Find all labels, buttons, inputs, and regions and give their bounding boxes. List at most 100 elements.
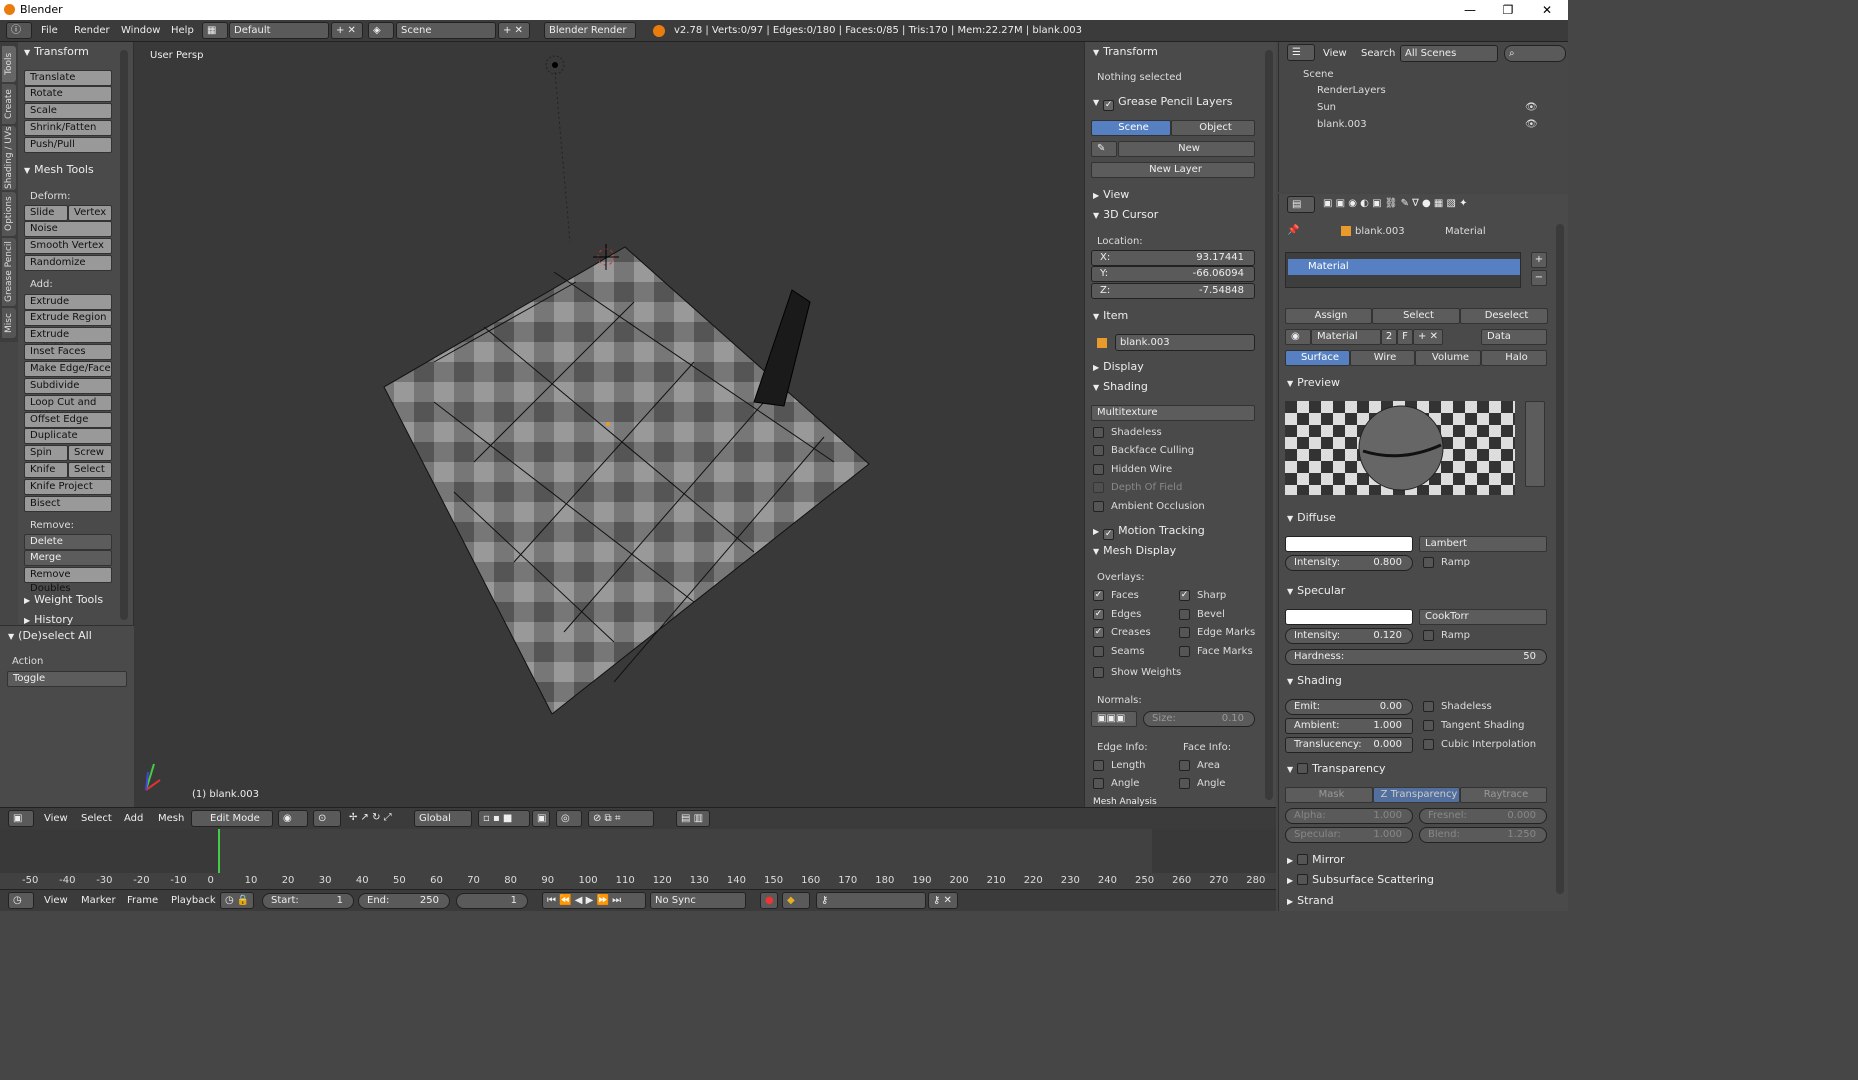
pivot-point-icon[interactable]: ⊙ xyxy=(313,810,341,827)
menu-file[interactable]: File xyxy=(41,25,58,36)
menu-window[interactable]: Window xyxy=(121,25,160,36)
sss-checkbox[interactable] xyxy=(1297,874,1309,885)
timeline-menu-frame[interactable]: Frame xyxy=(127,895,158,906)
scene-icon[interactable]: ◈ xyxy=(368,22,394,39)
gp-object-tab[interactable]: Object xyxy=(1171,120,1255,136)
face-angle-checkbox[interactable] xyxy=(1179,778,1190,789)
minimize-button[interactable]: — xyxy=(1455,1,1485,19)
material-link-select[interactable]: Data xyxy=(1481,329,1547,345)
show-weights-checkbox[interactable] xyxy=(1093,667,1104,678)
shrink-fatten-button[interactable]: Shrink/Fatten xyxy=(24,120,112,136)
outliner-item-renderlayers[interactable]: RenderLayers xyxy=(1317,85,1386,96)
visibility-eye-icon[interactable]: 👁 xyxy=(1525,102,1538,113)
outliner-menu-view[interactable]: View xyxy=(1323,48,1347,59)
operator-panel-header[interactable]: ▼ (De)select All xyxy=(8,627,126,645)
material-slot-item[interactable]: Material xyxy=(1288,259,1520,275)
tangent-shading-checkbox[interactable] xyxy=(1423,720,1434,731)
cursor-z-field[interactable]: Z: -7.54848 xyxy=(1091,283,1255,299)
knife-project-button[interactable]: Knife Project xyxy=(24,479,112,495)
spin-button[interactable]: Spin xyxy=(24,445,68,461)
view3d-menu-view[interactable]: View xyxy=(44,813,68,824)
close-button[interactable]: ✕ xyxy=(1532,1,1562,19)
remove-doubles-button[interactable]: Remove Doubles xyxy=(24,567,112,594)
depth-of-field-checkbox[interactable] xyxy=(1093,482,1104,493)
hidden-wire-checkbox[interactable] xyxy=(1093,464,1104,475)
face-area-checkbox[interactable] xyxy=(1179,760,1190,771)
bevel-checkbox[interactable] xyxy=(1179,609,1190,620)
gp-new-layer-button[interactable]: New Layer xyxy=(1091,162,1255,178)
render-icons[interactable]: ▤ ▥ xyxy=(676,810,710,827)
outliner-filter-select[interactable]: All Scenes xyxy=(1400,45,1498,62)
3d-viewport[interactable]: User Persp (1) blank.003 xyxy=(134,42,1084,807)
seams-checkbox[interactable] xyxy=(1093,646,1104,657)
specular-color-swatch[interactable] xyxy=(1285,609,1413,625)
preview-shape-buttons[interactable] xyxy=(1525,401,1545,487)
end-frame-field[interactable]: End: 250 xyxy=(358,893,450,909)
timeline-menu-view[interactable]: View xyxy=(44,895,68,906)
shading-panel-header[interactable]: ▼ Shading xyxy=(1093,378,1263,396)
fake-user-button[interactable]: F xyxy=(1397,329,1413,345)
fresnel-field[interactable]: Fresnel: 0.000 xyxy=(1419,808,1547,824)
timeline-menu-marker[interactable]: Marker xyxy=(81,895,116,906)
shadeless-checkbox[interactable] xyxy=(1093,427,1104,438)
transparency-checkbox[interactable] xyxy=(1297,763,1309,774)
cursor-y-field[interactable]: Y: -66.06094 xyxy=(1091,266,1255,282)
keying-set-field[interactable]: ⚷ xyxy=(816,892,926,909)
current-frame-field[interactable]: 1 xyxy=(456,893,528,909)
outliner-item-scene[interactable]: Scene xyxy=(1303,69,1334,80)
menu-help[interactable]: Help xyxy=(171,25,194,36)
pin-icon[interactable]: 📌 xyxy=(1287,225,1299,236)
diffuse-color-swatch[interactable] xyxy=(1285,536,1413,552)
scene-add-remove-icon[interactable]: + ✕ xyxy=(498,22,530,39)
properties-scrollbar[interactable] xyxy=(1556,224,1564,894)
push-pull-button[interactable]: Push/Pull xyxy=(24,137,112,153)
maximize-button[interactable]: ❐ xyxy=(1493,1,1523,19)
outliner-item-blank003[interactable]: blank.003 xyxy=(1317,119,1367,130)
material-users-count[interactable]: 2 xyxy=(1381,329,1397,345)
edge-marks-checkbox[interactable] xyxy=(1179,627,1190,638)
mirror-panel-header[interactable]: ▶ Mirror xyxy=(1287,851,1547,869)
cubic-interpolation-checkbox[interactable] xyxy=(1423,739,1434,750)
noise-button[interactable]: Noise xyxy=(24,221,112,237)
offset-edge-slide-button[interactable]: Offset Edge Slide xyxy=(24,412,112,439)
view3d-menu-mesh[interactable]: Mesh xyxy=(158,813,184,824)
tab-tools[interactable]: Tools xyxy=(2,46,16,82)
deselect-button[interactable]: Deselect xyxy=(1460,308,1548,324)
edges-checkbox[interactable]: ✓ xyxy=(1093,609,1104,620)
transparency-raytrace-tab[interactable]: Raytrace xyxy=(1460,787,1547,803)
motion-tracking-header[interactable]: ▶ ✓ Motion Tracking xyxy=(1093,522,1263,540)
material-new-unlink-icons[interactable]: + ✕ xyxy=(1413,329,1443,345)
strand-panel-header[interactable]: ▶ Strand xyxy=(1287,892,1547,910)
select-mode-icons[interactable]: ▫ ▪ ■ xyxy=(478,810,530,827)
merge-dropdown[interactable]: Merge xyxy=(24,550,112,566)
make-edge-face-button[interactable]: Make Edge/Face xyxy=(24,361,112,377)
duplicate-button[interactable]: Duplicate xyxy=(24,428,112,444)
scene-field[interactable]: Scene xyxy=(396,22,496,39)
inset-faces-button[interactable]: Inset Faces xyxy=(24,344,112,360)
properties-context-tabs[interactable]: ▣ ▣ ◉ ◐ ▣ ⛓ ✎ ∇ ● ▦ ▧ ✦ xyxy=(1319,196,1519,213)
motion-tracking-checkbox[interactable]: ✓ xyxy=(1103,529,1115,540)
ambient-occlusion-checkbox[interactable] xyxy=(1093,501,1104,512)
loop-cut-slide-button[interactable]: Loop Cut and Slide xyxy=(24,395,112,422)
tab-wire[interactable]: Wire xyxy=(1350,350,1415,366)
breadcrumb-material[interactable]: Material xyxy=(1445,226,1486,237)
viewport-shading-icon[interactable]: ◉ xyxy=(278,810,308,827)
gp-pencil-icon[interactable]: ✎ xyxy=(1091,141,1117,157)
snap-icons[interactable]: ⊘ ⧉ ⌗ xyxy=(588,810,654,827)
tab-options[interactable]: Options xyxy=(2,192,16,236)
tab-surface[interactable]: Surface xyxy=(1285,350,1350,366)
scale-button[interactable]: Scale xyxy=(24,103,112,119)
specular-shader-select[interactable]: CookTorr xyxy=(1419,609,1547,625)
gp-layers-header[interactable]: ▼ ✓ Grease Pencil Layers xyxy=(1093,93,1263,111)
preview-panel-header[interactable]: ▼ Preview xyxy=(1287,374,1547,392)
backface-culling-checkbox[interactable] xyxy=(1093,445,1104,456)
timeline-editor-type-icon[interactable]: ◷ xyxy=(8,892,34,909)
manipulator-icons[interactable]: ✢ ↗ ↻ ⤢ xyxy=(345,810,413,827)
slide-edge-button[interactable]: Slide Ed xyxy=(24,205,68,232)
translucency-field[interactable]: Translucency: 0.000 xyxy=(1285,737,1413,753)
preview-range-icons[interactable]: ◷ 🔒 xyxy=(220,892,254,909)
interaction-mode-select[interactable]: Edit Mode xyxy=(191,810,273,827)
gp-new-button[interactable]: New xyxy=(1118,141,1255,157)
extrude-individual-button[interactable]: Extrude Individual xyxy=(24,327,112,354)
sun-lamp-icon[interactable] xyxy=(545,55,571,243)
